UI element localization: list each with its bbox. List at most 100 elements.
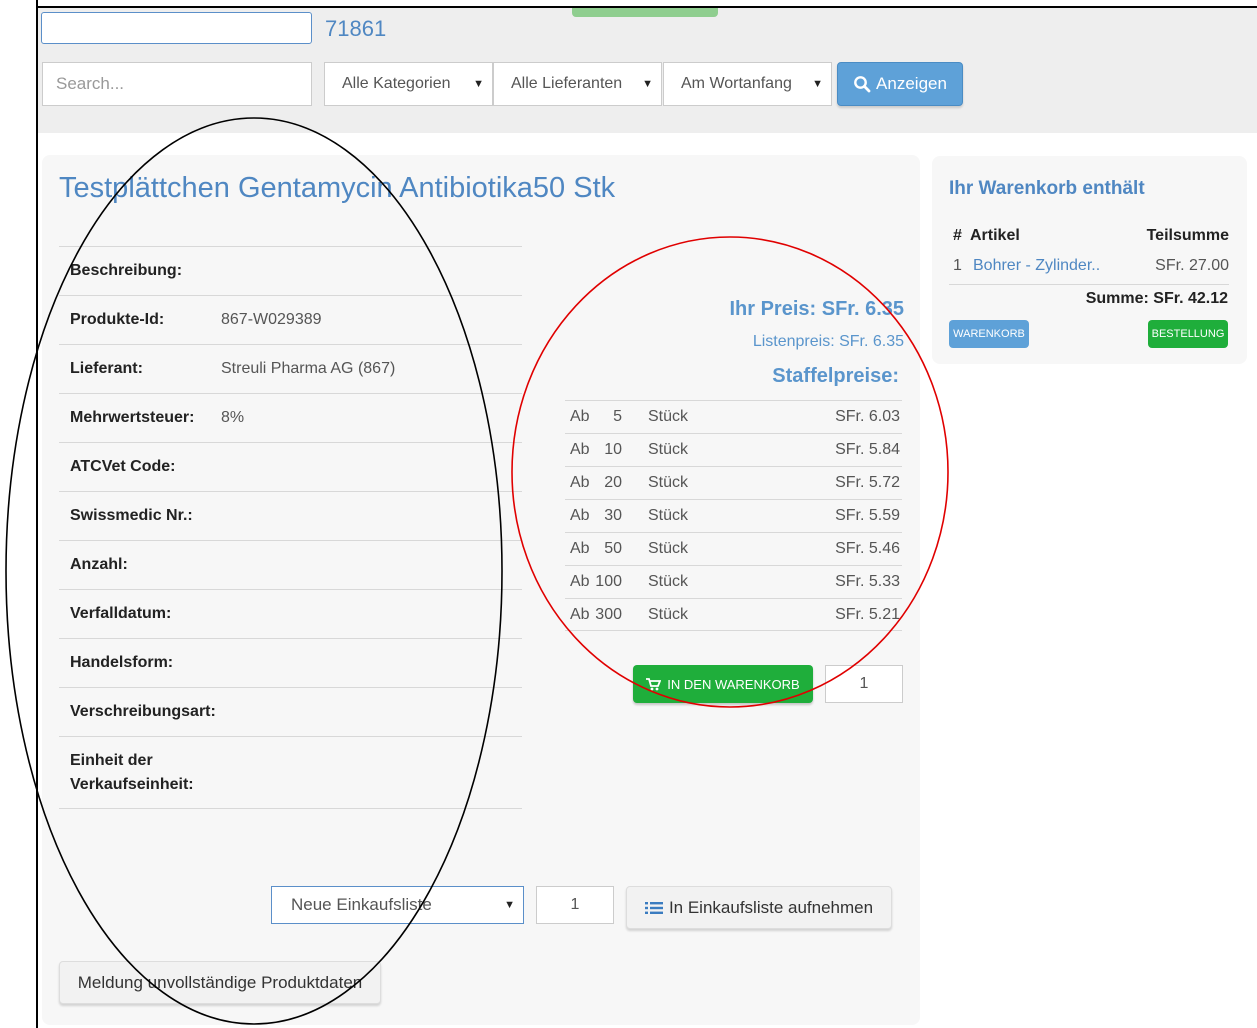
detail-label: Mehrwertsteuer:: [70, 409, 195, 426]
tier-price: SFr. 5.59: [835, 507, 900, 524]
product-title: Testplättchen Gentamycin Antibiotika50 S…: [59, 172, 616, 204]
cart-item-num: 1: [953, 257, 962, 274]
tier-qty: 10: [604, 441, 622, 458]
tier-price: SFr. 5.46: [835, 540, 900, 557]
tier-unit: Stück: [648, 540, 689, 557]
your-price: Ihr Preis: SFr. 6.35: [729, 298, 904, 320]
order-number: 71861: [325, 16, 387, 41]
tier-ab: Ab: [570, 474, 590, 491]
tier-row: Ab 30 Stück SFr. 5.59: [565, 499, 902, 532]
tier-qty: 30: [604, 507, 622, 524]
tier-price: SFr. 5.84: [835, 441, 900, 458]
detail-row: Swissmedic Nr.:: [59, 491, 522, 540]
tier-unit: Stück: [648, 507, 689, 524]
tier-ab: Ab: [570, 605, 590, 623]
tier-qty: 50: [604, 540, 622, 557]
category-select[interactable]: Alle Kategorien ▼: [324, 62, 493, 106]
tier-row: Ab 20 Stück SFr. 5.72: [565, 466, 902, 499]
caret-down-icon: ▼: [642, 78, 653, 90]
cart-table-header: # Artikel Teilsumme: [949, 227, 1229, 249]
shopping-list-quantity-input[interactable]: 1: [536, 886, 614, 924]
detail-label: Produkte-Id:: [70, 311, 165, 328]
tier-row: Ab 300 Stück SFr. 5.21: [565, 598, 902, 631]
match-select[interactable]: Am Wortanfang ▼: [663, 62, 832, 106]
add-to-cart-button[interactable]: IN DEN WARENKORB: [633, 665, 813, 703]
add-to-shopping-list-button[interactable]: In Einkaufsliste aufnehmen: [626, 886, 892, 929]
detail-row: Verschreibungsart:: [59, 687, 522, 736]
shopping-list-select-value: Neue Einkaufsliste: [291, 895, 432, 914]
detail-label: ATCVet Code:: [70, 458, 176, 475]
cart-item-row: 1 Bohrer - Zylinder.. SFr. 27.00: [949, 257, 1229, 285]
tier-row: Ab 100 Stück SFr. 5.33: [565, 565, 902, 598]
tier-row: Ab 5 Stück SFr. 6.03: [565, 400, 902, 433]
detail-value: 8%: [221, 409, 245, 426]
caret-down-icon: ▼: [504, 899, 515, 911]
report-incomplete-data-button[interactable]: Meldung unvollständige Produktdaten: [59, 961, 381, 1004]
cart-col-article: Artikel: [970, 227, 1020, 244]
tier-price-table: Ab 5 Stück SFr. 6.03 Ab 10 Stück SFr. 5.84 Ab 2…: [565, 400, 902, 631]
detail-row: Beschreibung:: [59, 246, 522, 295]
shopping-list-select[interactable]: Neue Einkaufsliste ▼: [271, 886, 524, 924]
tier-ab: Ab: [570, 408, 590, 425]
caret-down-icon: ▼: [473, 78, 484, 90]
detail-label: Lieferant:: [70, 360, 143, 377]
tier-unit: Stück: [648, 408, 689, 425]
order-input[interactable]: [41, 12, 312, 44]
tier-unit: Stück: [648, 605, 689, 623]
tier-unit: Stück: [648, 441, 689, 458]
tier-qty: 100: [595, 573, 622, 590]
list-price: Listenpreis: SFr. 6.35: [752, 333, 904, 350]
tier-ab: Ab: [570, 540, 590, 557]
tier-ab: Ab: [570, 573, 590, 590]
category-select-value: Alle Kategorien: [342, 75, 451, 92]
tier-row: Ab 10 Stück SFr. 5.84: [565, 433, 902, 466]
search-input[interactable]: Search...: [42, 62, 312, 106]
tier-row: Ab 50 Stück SFr. 5.46: [565, 532, 902, 565]
detail-label: Swissmedic Nr.:: [70, 507, 193, 524]
cart-item-article-link[interactable]: Bohrer - Zylinder..: [973, 257, 1155, 284]
tier-price: SFr. 5.33: [835, 573, 900, 590]
detail-value: Streuli Pharma AG (867): [221, 360, 396, 377]
view-cart-button[interactable]: WARENKORB: [949, 320, 1029, 348]
cart-sum: Summe: SFr. 42.12: [1085, 290, 1228, 307]
tier-unit: Stück: [648, 474, 689, 491]
tier-qty: 300: [595, 605, 622, 623]
detail-label: Anzahl:: [70, 556, 128, 573]
tier-price-title: Staffelpreise:: [772, 365, 899, 387]
detail-row: Einheit der Verkaufseinheit:: [59, 736, 522, 809]
tier-qty: 5: [613, 408, 622, 425]
caret-down-icon: ▼: [812, 78, 823, 90]
detail-row: Anzahl:: [59, 540, 522, 589]
detail-row: Mehrwertsteuer: 8%: [59, 393, 522, 442]
supplier-select-value: Alle Lieferanten: [511, 75, 623, 92]
cart-item-subtotal: SFr. 27.00: [1155, 257, 1229, 274]
tier-qty: 20: [604, 474, 622, 491]
detail-row: Produkte-Id: 867-W029389: [59, 295, 522, 344]
tier-price: SFr. 5.21: [835, 605, 900, 623]
detail-row: Handelsform:: [59, 638, 522, 687]
list-icon: [644, 901, 663, 914]
order-button[interactable]: BESTELLUNG: [1148, 320, 1228, 348]
detail-row: ATCVet Code:: [59, 442, 522, 491]
tier-unit: Stück: [648, 573, 689, 590]
tier-ab: Ab: [570, 507, 590, 524]
status-tab: [572, 8, 718, 17]
match-select-value: Am Wortanfang: [681, 75, 792, 92]
detail-value: 867-W029389: [221, 311, 322, 328]
supplier-select[interactable]: Alle Lieferanten ▼: [493, 62, 662, 106]
detail-row: Verfalldatum:: [59, 589, 522, 638]
show-button[interactable]: Anzeigen: [837, 62, 963, 106]
show-button-label: Anzeigen: [876, 74, 947, 93]
tier-price: SFr. 5.72: [835, 474, 900, 491]
cart-col-subtotal: Teilsumme: [1146, 227, 1229, 244]
tier-price: SFr. 6.03: [835, 408, 900, 425]
detail-label: Beschreibung:: [70, 262, 183, 279]
detail-row: Lieferant: Streuli Pharma AG (867): [59, 344, 522, 393]
add-to-shopping-list-label: In Einkaufsliste aufnehmen: [668, 897, 874, 917]
cart-quantity-input[interactable]: 1: [825, 665, 903, 703]
detail-label: Handelsform:: [70, 654, 174, 671]
detail-label: Verschreibungsart:: [70, 703, 216, 720]
cart-icon: [646, 677, 662, 690]
cart-title: Ihr Warenkorb enthält: [949, 178, 1145, 199]
tier-ab: Ab: [570, 441, 590, 458]
